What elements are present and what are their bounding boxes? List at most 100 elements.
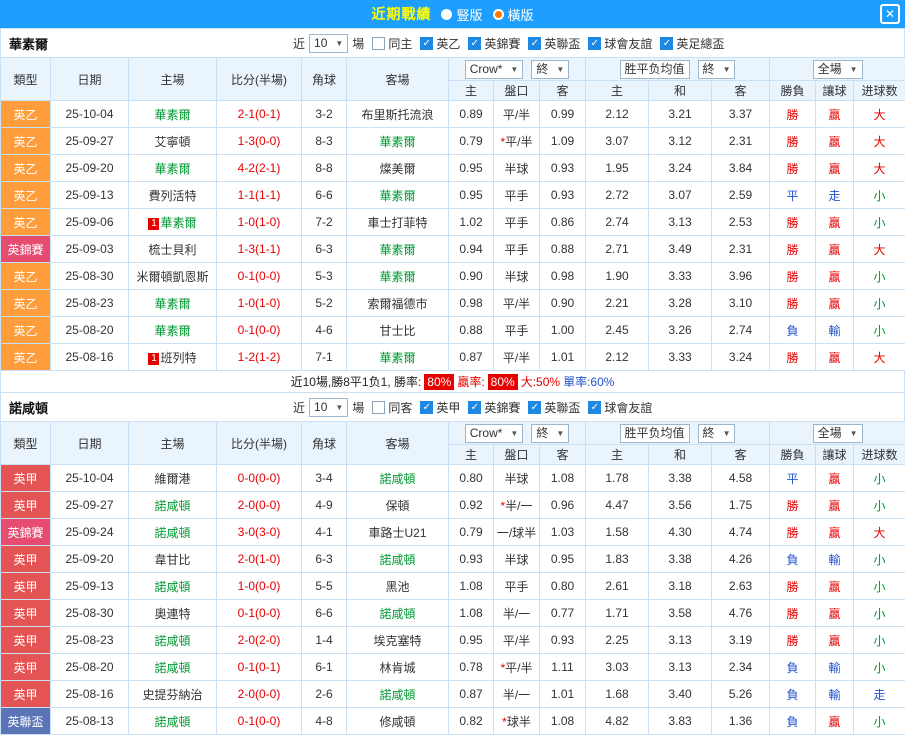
filter-controls: 近 10 ▼ 場同客 ✓ 英甲 ✓ 英錦賽 ✓ 英聯盃 ✓ 球會友誼 xyxy=(293,397,652,417)
filter-checkbox[interactable]: ✓ 英乙 xyxy=(420,35,460,52)
checkbox-icon: ✓ xyxy=(468,36,482,50)
away-odds-cell: 1.08 xyxy=(539,707,586,735)
goals-result-cell: 小 xyxy=(853,491,905,519)
date-cell: 25-10-04 xyxy=(50,100,129,128)
focus-team-name: 華素爾 xyxy=(154,323,191,338)
match-row: 英甲 25-08-23 諾咸頓 2-0(2-0) 1-4 埃克塞特 0.95 平/半 0.93 2… xyxy=(0,626,905,654)
odds-group-header: Crow* ▼ 終 ▼ xyxy=(448,57,586,81)
avg-final-select[interactable]: 終 ▼ xyxy=(697,423,736,443)
chevron-down-icon: ▼ xyxy=(849,64,858,74)
avg-home-cell: 3.07 xyxy=(585,127,649,155)
filter-checkbox[interactable]: ✓ 英聯盃 xyxy=(528,399,580,416)
avg-label-box[interactable]: 胜平负均值 xyxy=(619,59,690,79)
sub-column-header: 和 xyxy=(648,444,712,465)
focus-team-name: 諾咸頓 xyxy=(379,687,416,702)
away-odds-cell: 0.93 xyxy=(539,626,586,654)
match-row: 英乙 25-08-30 米爾頓凱恩斯 0-1(0-0) 5-3 華素爾 0.90 半球 0.98… xyxy=(0,262,905,290)
home-team-cell: 諾咸頓 xyxy=(128,518,217,546)
handicap-result-cell: 贏 xyxy=(815,262,855,290)
bookmaker-select[interactable]: Crow* ▼ xyxy=(464,59,524,79)
odds-group-header: Crow* ▼ 終 ▼ xyxy=(448,421,586,445)
filter-checkbox[interactable]: ✓ 英錦賽 xyxy=(468,399,520,416)
recent-count-select[interactable]: 10 ▼ xyxy=(309,33,349,53)
filter-checkbox[interactable]: ✓ 英足總盃 xyxy=(660,35,724,52)
avg-home-cell: 2.61 xyxy=(585,572,649,600)
handicap-cell: 平手 xyxy=(493,235,540,263)
team-name-text: 梳士貝利 xyxy=(148,242,197,257)
recent-count-select[interactable]: 10 ▼ xyxy=(309,397,349,417)
sub-column-header: 盤口 xyxy=(493,444,540,465)
league-cell: 英乙 xyxy=(0,343,51,371)
corners-cell: 4-1 xyxy=(301,518,347,546)
avg-home-cell: 1.68 xyxy=(585,680,649,708)
fulltime-select[interactable]: 全場 ▼ xyxy=(812,423,863,443)
checkbox-icon: ✓ xyxy=(660,36,674,50)
home-team-cell: 維爾港 xyxy=(128,464,217,492)
wdl-result-cell: 勝 xyxy=(769,262,817,290)
away-odds-cell: 1.01 xyxy=(539,680,586,708)
goals-result-cell: 大 xyxy=(853,154,905,182)
home-odds-cell: 0.87 xyxy=(448,680,494,708)
filter-checkbox[interactable]: ✓ 英聯盃 xyxy=(528,35,580,52)
date-cell: 25-08-30 xyxy=(50,262,129,290)
corners-cell: 6-1 xyxy=(301,653,347,681)
fulltime-select[interactable]: 全場 ▼ xyxy=(812,59,863,79)
home-odds-cell: 1.02 xyxy=(448,208,494,236)
home-odds-cell: 0.94 xyxy=(448,235,494,263)
filter-checkbox[interactable]: ✓ 英甲 xyxy=(420,399,460,416)
handicap-cell: 半球 xyxy=(493,545,540,573)
away-odds-cell: 0.88 xyxy=(539,235,586,263)
score-cell: 3-0(3-0) xyxy=(216,518,302,546)
column-header: 類型 xyxy=(0,421,51,465)
handicap-result-cell: 輸 xyxy=(815,653,855,681)
column-header: 角球 xyxy=(301,57,347,101)
chevron-down-icon: ▼ xyxy=(556,428,565,438)
checkbox-label: 英足總盃 xyxy=(676,36,725,51)
handicap-cell: 平/半 xyxy=(493,626,540,654)
team-name-text: 林肯城 xyxy=(379,660,416,675)
focus-team-name: 華素爾 xyxy=(154,296,191,311)
avg-away-cell: 3.37 xyxy=(710,100,771,128)
avg-label-box[interactable]: 胜平负均值 xyxy=(619,423,690,443)
goals-result-cell: 小 xyxy=(853,464,905,492)
wdl-result-cell: 勝 xyxy=(769,289,817,317)
filter-checkbox[interactable]: ✓ 英錦賽 xyxy=(468,35,520,52)
checkbox-icon xyxy=(372,400,386,414)
odds-final-select[interactable]: 終 ▼ xyxy=(531,59,570,79)
checkbox-label: 英聯盃 xyxy=(544,36,581,51)
handicap-cell: 平/半 xyxy=(493,289,540,317)
home-odds-cell: 0.98 xyxy=(448,289,494,317)
bookmaker-select[interactable]: Crow* ▼ xyxy=(464,423,524,443)
handicap-result-cell: 贏 xyxy=(815,100,855,128)
match-row: 英甲 25-08-16 史提芬納治 2-0(0-0) 2-6 諾咸頓 0.87 半/一 1.01… xyxy=(0,680,905,708)
chevron-down-icon: ▼ xyxy=(722,428,731,438)
filter-checkbox[interactable]: 同主 xyxy=(372,35,412,52)
corners-cell: 1-4 xyxy=(301,626,347,654)
filter-checkbox[interactable]: ✓ 球會友誼 xyxy=(588,399,652,416)
checkbox-label: 英錦賽 xyxy=(484,400,521,415)
avg-final-select[interactable]: 終 ▼ xyxy=(697,59,736,79)
odds-final-select[interactable]: 終 ▼ xyxy=(531,423,570,443)
home-team-cell: 奧連特 xyxy=(128,599,217,627)
filter-checkbox[interactable]: 同客 xyxy=(372,399,412,416)
date-cell: 25-08-13 xyxy=(50,707,129,735)
home-odds-cell: 1.08 xyxy=(448,572,494,600)
focus-team-name: 華素爾 xyxy=(379,269,416,284)
home-odds-cell: 0.79 xyxy=(448,518,494,546)
corners-cell: 5-3 xyxy=(301,262,347,290)
away-team-cell: 諾咸頓 xyxy=(346,680,449,708)
titlebar-center: 近期戰績 豎版 橫版 xyxy=(371,4,533,24)
close-icon: ✕ xyxy=(884,7,896,21)
summary-segment: 80% xyxy=(487,373,518,390)
close-button[interactable]: ✕ xyxy=(880,4,900,24)
home-odds-cell: 0.95 xyxy=(448,181,494,209)
checkbox-icon: ✓ xyxy=(588,400,602,414)
home-team-cell: 艾寧頓 xyxy=(128,127,217,155)
layout-radio-selected[interactable]: 橫版 xyxy=(492,5,534,24)
goals-result-cell: 小 xyxy=(853,262,905,290)
filter-checkbox[interactable]: ✓ 球會友誼 xyxy=(588,35,652,52)
handicap-result-cell: 贏 xyxy=(815,235,855,263)
match-row: 英錦賽 25-09-24 諾咸頓 3-0(3-0) 4-1 車路士U21 0.79 一/球半 1… xyxy=(0,518,905,546)
avg-home-cell: 3.03 xyxy=(585,653,649,681)
layout-radio-option[interactable]: 豎版 xyxy=(441,5,483,24)
